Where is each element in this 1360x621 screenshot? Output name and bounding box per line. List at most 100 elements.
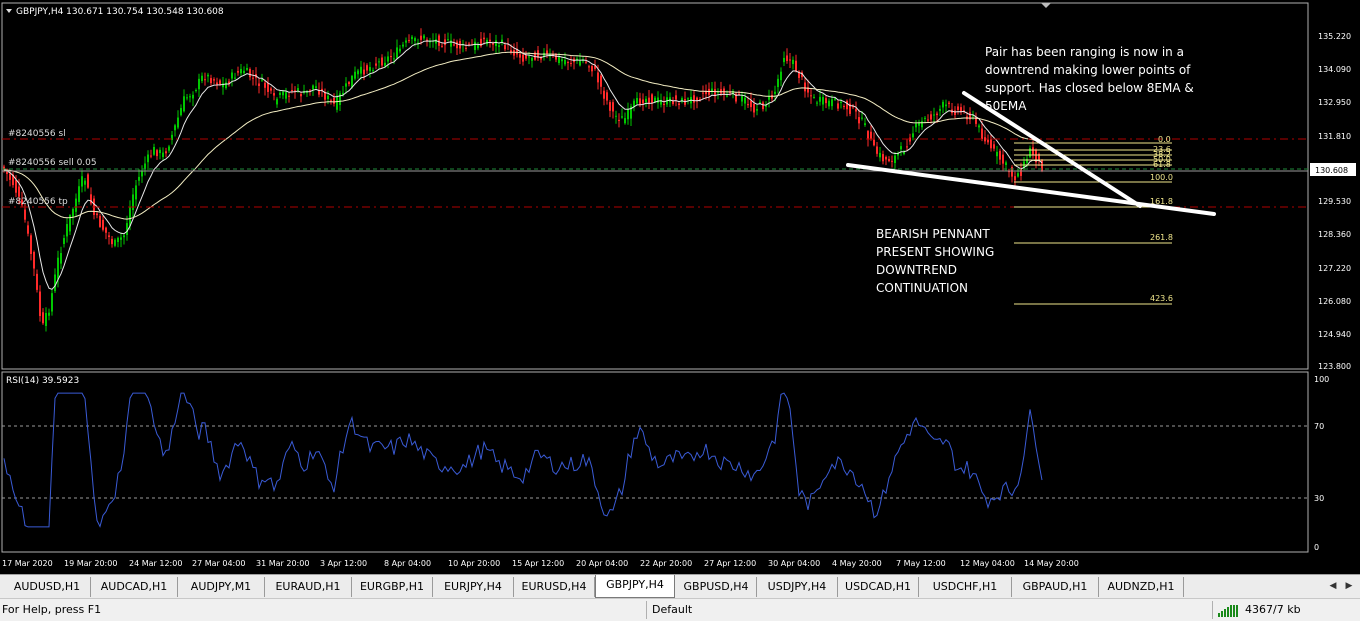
candle-body: [336, 95, 338, 110]
tab-eurusd-h4[interactable]: EURUSD,H4: [514, 577, 595, 597]
candle-body: [876, 146, 878, 154]
candle-body: [333, 97, 335, 104]
candle-body: [987, 139, 989, 143]
candle-body: [147, 154, 149, 163]
candle-body: [456, 41, 458, 49]
price-tick-label: 129.530: [1318, 197, 1351, 206]
tab-scroll-right-icon[interactable]: ▶: [1342, 578, 1356, 594]
candle-body: [102, 219, 104, 230]
candle-body: [273, 93, 275, 96]
candle-body: [777, 78, 779, 88]
candle-body: [792, 59, 794, 65]
candle-body: [636, 98, 638, 104]
candle-body: [504, 45, 506, 50]
candle-body: [1026, 158, 1028, 163]
tab-usdcad-h1[interactable]: USDCAD,H1: [838, 577, 919, 597]
candle-body: [996, 151, 998, 157]
candle-body: [519, 54, 521, 58]
candle-body: [930, 114, 932, 120]
price-tick-label: 135.220: [1318, 32, 1351, 41]
annotation-pennant-line-2: PRESENT SHOWING: [876, 245, 994, 259]
tab-audusd-h1[interactable]: AUDUSD,H1: [4, 577, 91, 597]
candle-body: [768, 96, 770, 100]
candle-body: [750, 100, 752, 108]
candle-body: [465, 47, 467, 49]
candle-body: [570, 63, 572, 65]
candle-body: [339, 93, 341, 105]
tab-audnzd-h1[interactable]: AUDNZD,H1: [1099, 577, 1184, 597]
candle-body: [771, 95, 773, 99]
rsi-tick-label: 30: [1314, 494, 1324, 503]
tab-usdchf-h1[interactable]: USDCHF,H1: [919, 577, 1012, 597]
candle-body: [216, 82, 218, 85]
candle-body: [33, 252, 35, 269]
chart-canvas[interactable]: GBPJPY,H4 130.671 130.754 130.548 130.60…: [0, 0, 1360, 574]
candle-body: [165, 151, 167, 154]
candle-body: [774, 91, 776, 94]
candle-body: [483, 37, 485, 40]
candle-body: [978, 125, 980, 128]
candle-body: [168, 146, 170, 151]
candle-body: [81, 176, 83, 187]
candle-body: [204, 79, 206, 81]
candle-body: [444, 39, 446, 46]
candle-body: [315, 86, 317, 89]
candle-body: [786, 55, 788, 61]
candle-body: [219, 80, 221, 85]
tab-usdjpy-h4[interactable]: USDJPY,H4: [757, 577, 838, 597]
candle-body: [810, 95, 812, 97]
rsi-tick-label: 70: [1314, 422, 1324, 431]
tab-audcad-h1[interactable]: AUDCAD,H1: [91, 577, 178, 597]
candle-body: [546, 50, 548, 54]
candle-body: [363, 69, 365, 75]
candle-body: [138, 176, 140, 181]
candle-body: [189, 96, 191, 98]
candle-body: [525, 54, 527, 59]
candle-body: [162, 152, 164, 158]
candle-body: [105, 227, 107, 233]
candle-body: [900, 146, 902, 150]
candle-body: [57, 257, 59, 280]
candle-body: [48, 312, 50, 316]
price-axis[interactable]: 135.220 134.090 132.950 131.810 129.530 …: [1310, 32, 1356, 371]
tab-gbpjpy-h4[interactable]: GBPJPY,H4: [595, 575, 675, 598]
status-separator: [646, 601, 647, 619]
tab-gbpaud-h1[interactable]: GBPAUD,H1: [1012, 577, 1099, 597]
status-profile[interactable]: Default: [652, 599, 692, 621]
candle-body: [687, 98, 689, 100]
candle-body: [135, 185, 137, 200]
stop-loss-label: #8240556 sl: [8, 129, 66, 139]
tab-eurjpy-h4[interactable]: EURJPY,H4: [433, 577, 514, 597]
candle-body: [240, 68, 242, 74]
candle-body: [63, 238, 65, 244]
candle-body: [888, 158, 890, 162]
candle-body: [621, 116, 623, 118]
candle-body: [765, 105, 767, 107]
candle-body: [123, 235, 125, 238]
candle-body: [864, 123, 866, 126]
candle-body: [267, 82, 269, 92]
candle-body: [66, 224, 68, 237]
tab-gbpusd-h4[interactable]: GBPUSD,H4: [676, 577, 757, 597]
candle-body: [360, 66, 362, 74]
tab-audjpy-m1[interactable]: AUDJPY,M1: [178, 577, 265, 597]
candle-body: [282, 91, 284, 96]
chart-window[interactable]: GBPJPY,H4 130.671 130.754 130.548 130.60…: [0, 0, 1360, 574]
candle-body: [999, 150, 1001, 160]
price-tick-label: 132.950: [1318, 98, 1351, 107]
candle-body: [453, 44, 455, 46]
candle-body: [243, 70, 245, 74]
candle-body: [891, 160, 893, 162]
candle-body: [24, 209, 26, 220]
candle-body: [366, 65, 368, 71]
candle-body: [402, 44, 404, 47]
tab-euraud-h1[interactable]: EURAUD,H1: [265, 577, 352, 597]
tab-eurgbp-h1[interactable]: EURGBP,H1: [352, 577, 433, 597]
candle-body: [237, 71, 239, 73]
candle-body: [384, 62, 386, 66]
tab-scroll-left-icon[interactable]: ◀: [1326, 578, 1340, 594]
candle-body: [1032, 147, 1034, 156]
candle-body: [1002, 154, 1004, 164]
time-axis[interactable]: 17 Mar 2020 19 Mar 20:00 24 Mar 12:00 27…: [2, 559, 1079, 568]
candle-body: [270, 88, 272, 91]
